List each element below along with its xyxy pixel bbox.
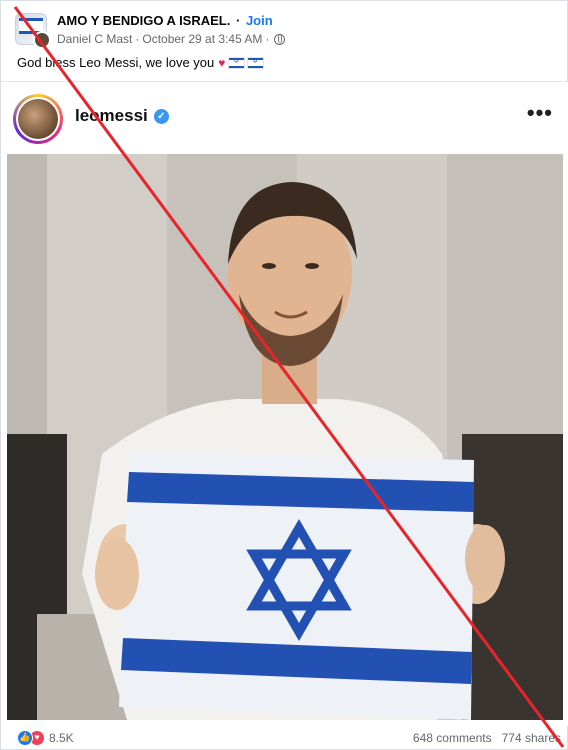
meta-separator: · bbox=[135, 32, 140, 46]
heart-icon: ♥ bbox=[218, 55, 226, 70]
post-message: God bless Leo Messi, we love you ♥ bbox=[17, 55, 264, 70]
shares-count-link[interactable]: 774 shares bbox=[502, 731, 561, 745]
reaction-count: 8.5K bbox=[49, 731, 74, 745]
post-timestamp[interactable]: October 29 at 3:45 AM bbox=[142, 32, 262, 46]
group-title-line: AMO Y BENDIGO A ISRAEL. · Join bbox=[57, 13, 273, 28]
embedded-instagram-post: leomessi ✓ ••• bbox=[1, 81, 568, 726]
facebook-post: AMO Y BENDIGO A ISRAEL. · Join Daniel C … bbox=[0, 0, 568, 750]
ellipsis-icon[interactable]: ••• bbox=[527, 102, 553, 124]
join-button[interactable]: Join bbox=[246, 13, 273, 28]
engagement-counts: 648 comments 774 shares bbox=[413, 731, 561, 745]
israel-flag-icon bbox=[248, 57, 264, 68]
post-message-text: God bless Leo Messi, we love you bbox=[17, 55, 215, 70]
separator: · bbox=[235, 13, 241, 28]
post-header: AMO Y BENDIGO A ISRAEL. · Join Daniel C … bbox=[13, 11, 557, 51]
photo-illustration bbox=[7, 154, 563, 720]
comments-count-link[interactable]: 648 comments bbox=[413, 731, 492, 745]
author-name-link[interactable]: Daniel C Mast bbox=[57, 32, 132, 46]
like-icon: 👍 bbox=[17, 730, 33, 746]
author-avatar[interactable] bbox=[33, 31, 51, 49]
post-footer: 👍 ♥ 8.5K 648 comments 774 shares bbox=[1, 726, 568, 750]
globe-icon bbox=[274, 33, 286, 45]
instagram-avatar[interactable] bbox=[13, 94, 63, 144]
meta-separator: · bbox=[265, 32, 270, 46]
verified-badge-icon: ✓ bbox=[153, 108, 169, 124]
instagram-username[interactable]: leomessi bbox=[75, 106, 148, 126]
instagram-header: leomessi ✓ ••• bbox=[1, 82, 568, 152]
post-meta: Daniel C Mast · October 29 at 3:45 AM · bbox=[57, 32, 286, 46]
group-name-link[interactable]: AMO Y BENDIGO A ISRAEL. bbox=[57, 13, 230, 28]
instagram-username-line: leomessi ✓ bbox=[75, 106, 169, 126]
reactions-summary[interactable]: 👍 ♥ 8.5K bbox=[17, 730, 74, 746]
israel-flag-icon bbox=[229, 57, 245, 68]
post-photo[interactable] bbox=[7, 154, 563, 720]
